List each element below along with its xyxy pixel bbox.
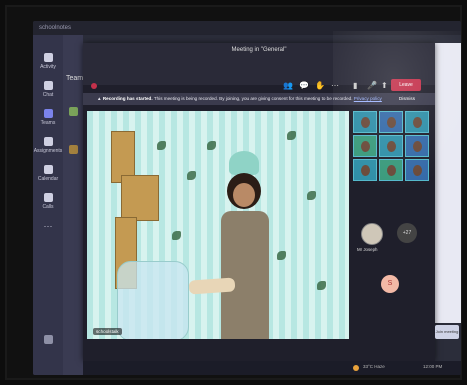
meeting-title: Meeting in "General": [231, 47, 287, 53]
rail-item-calls[interactable]: Calls: [33, 193, 63, 210]
rail-item-label: Teams: [40, 120, 56, 126]
participant-tile[interactable]: [379, 111, 403, 133]
participants-icon[interactable]: 👥: [283, 81, 293, 90]
more-apps-icon[interactable]: ···: [33, 221, 63, 231]
water-jar: [117, 261, 189, 339]
wallpaper-leaf: [187, 171, 196, 180]
wallpaper-leaf: [172, 231, 181, 240]
mic-icon[interactable]: 🎤: [367, 81, 377, 90]
camera-icon[interactable]: ▮: [353, 81, 357, 90]
rail-item-label: Chat: [42, 92, 54, 98]
chat-icon[interactable]: 💬: [299, 81, 309, 90]
rail-item-teams[interactable]: Teams: [33, 109, 63, 126]
self-avatar[interactable]: S: [381, 275, 399, 293]
dismiss-button[interactable]: Dismiss: [399, 93, 415, 105]
recording-text: This meeting is being recorded. By joini…: [153, 96, 353, 101]
rail-item-label: Calendar: [37, 176, 59, 182]
assignments-icon: [43, 137, 53, 146]
weather-icon: [353, 365, 359, 371]
meeting-window: Meeting in "General" 👥 💬 ✋ ⋯ ▮ 🎤 ⬆ Leave…: [83, 43, 435, 361]
share-icon[interactable]: ⬆: [381, 81, 388, 90]
background-panel: [435, 43, 461, 323]
child-hat: [229, 151, 259, 175]
privacy-policy-link[interactable]: Privacy policy: [354, 96, 382, 101]
team-icon[interactable]: [69, 145, 78, 154]
team-label[interactable]: Team: [66, 75, 83, 82]
rail-item-calendar[interactable]: Calendar: [33, 165, 63, 182]
avatar-name: Mr Joseph: [357, 247, 378, 252]
wallpaper-leaf: [277, 251, 286, 260]
participant-avatars: +27 Mr Joseph: [353, 219, 431, 259]
channel-pane: Team: [63, 35, 83, 375]
participant-tile[interactable]: [353, 135, 377, 157]
participant-tile[interactable]: [405, 111, 429, 133]
recording-banner: ▲ Recording has started. This meeting is…: [83, 93, 435, 105]
wallpaper-leaf: [317, 281, 326, 290]
leave-button[interactable]: Leave: [391, 79, 421, 91]
meeting-header: Meeting in "General" 👥 💬 ✋ ⋯ ▮ 🎤 ⬆ Leave: [83, 43, 435, 91]
wallpaper-leaf: [207, 141, 216, 150]
main-video: schoolstalk: [87, 111, 349, 339]
window-titlebar: schoolnotes: [33, 21, 461, 35]
phone-icon: [43, 193, 53, 202]
rail-item-label: Activity: [40, 64, 56, 70]
team-icon[interactable]: [69, 107, 78, 116]
participant-tile[interactable]: [405, 135, 429, 157]
apps-icon[interactable]: [33, 335, 63, 346]
child-face: [233, 183, 255, 207]
rail-item-activity[interactable]: Activity: [33, 53, 63, 70]
presenter-name-tag: schoolstalk: [93, 328, 122, 335]
bell-icon: [43, 53, 53, 62]
participant-tile[interactable]: [353, 159, 377, 181]
participant-tile[interactable]: [405, 159, 429, 181]
child-body: [221, 211, 269, 339]
clock-text: 12:00 PM: [423, 364, 443, 369]
teams-left-rail: Activity Chat Teams Assignments Calendar…: [33, 35, 63, 375]
chat-icon: [43, 81, 53, 90]
recording-bold-text: Recording has started.: [102, 96, 153, 101]
rail-item-label: Assignments: [33, 148, 63, 154]
raise-hand-icon[interactable]: ✋: [315, 81, 325, 90]
rail-item-label: Calls: [42, 204, 54, 210]
photo-frame: schoolnotes Activity Chat Teams Assignme…: [5, 5, 462, 380]
windows-taskbar: 33°C Haze 12:00 PM: [83, 361, 461, 375]
more-participants-badge[interactable]: +27: [397, 223, 417, 243]
warning-icon: ▲: [97, 96, 102, 101]
record-indicator-icon: [91, 83, 97, 89]
teams-icon: [43, 109, 53, 118]
participant-tile[interactable]: [379, 159, 403, 181]
participant-tile[interactable]: [353, 111, 377, 133]
participant-gallery: [353, 111, 431, 211]
avatar[interactable]: [361, 223, 383, 245]
wallpaper-leaf: [287, 131, 296, 140]
wallpaper-leaf: [307, 191, 316, 200]
weather-text: 33°C Haze: [363, 364, 385, 369]
participant-tile[interactable]: [379, 135, 403, 157]
rail-item-assignments[interactable]: Assignments: [33, 137, 63, 154]
calendar-icon: [43, 165, 53, 174]
more-options-icon[interactable]: ⋯: [331, 81, 339, 90]
monitor-screen: schoolnotes Activity Chat Teams Assignme…: [33, 21, 461, 375]
join-button[interactable]: Join meeting: [435, 325, 459, 339]
rail-item-chat[interactable]: Chat: [33, 81, 63, 98]
